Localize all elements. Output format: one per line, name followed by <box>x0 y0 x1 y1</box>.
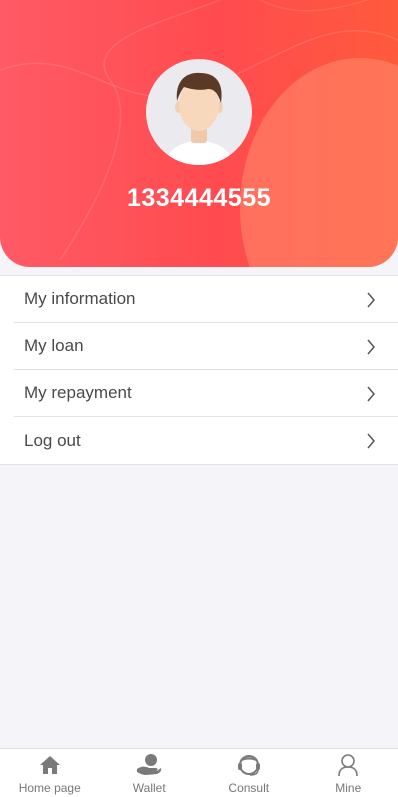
chevron-right-icon <box>367 339 375 355</box>
avatar[interactable] <box>146 59 252 165</box>
profile-page: 1334444555 My information My loan My rep… <box>0 0 398 797</box>
home-icon <box>37 752 63 778</box>
tab-consult[interactable]: Consult <box>199 749 299 797</box>
menu-item-my-information[interactable]: My information <box>14 276 398 323</box>
chevron-right-icon <box>367 386 375 402</box>
wallet-icon <box>136 752 162 778</box>
tab-label: Consult <box>228 781 270 795</box>
bottom-tab-bar: Home page Wallet Consult Mine <box>0 748 398 797</box>
user-icon <box>335 752 361 778</box>
tab-home[interactable]: Home page <box>0 749 100 797</box>
tab-mine[interactable]: Mine <box>299 749 398 797</box>
menu-item-label: My loan <box>24 336 84 355</box>
tab-label: Wallet <box>132 781 166 795</box>
chevron-right-icon <box>367 433 375 449</box>
phone-number: 1334444555 <box>126 184 272 212</box>
menu-item-label: Log out <box>24 430 81 450</box>
tab-label: Mine <box>335 781 362 795</box>
tab-wallet[interactable]: Wallet <box>100 749 200 797</box>
consult-icon <box>236 752 262 778</box>
menu-item-my-repayment[interactable]: My repayment <box>14 370 398 417</box>
profile-header: 1334444555 <box>0 0 398 267</box>
menu-item-label: My information <box>24 289 136 308</box>
menu-item-my-loan[interactable]: My loan <box>14 323 398 370</box>
tab-label: Home page <box>18 781 81 795</box>
menu-item-log-out[interactable]: Log out <box>14 417 398 464</box>
menu-item-label: My repayment <box>24 383 132 402</box>
chevron-right-icon <box>367 292 375 308</box>
profile-menu: My information My loan My repayment Log … <box>0 275 398 465</box>
